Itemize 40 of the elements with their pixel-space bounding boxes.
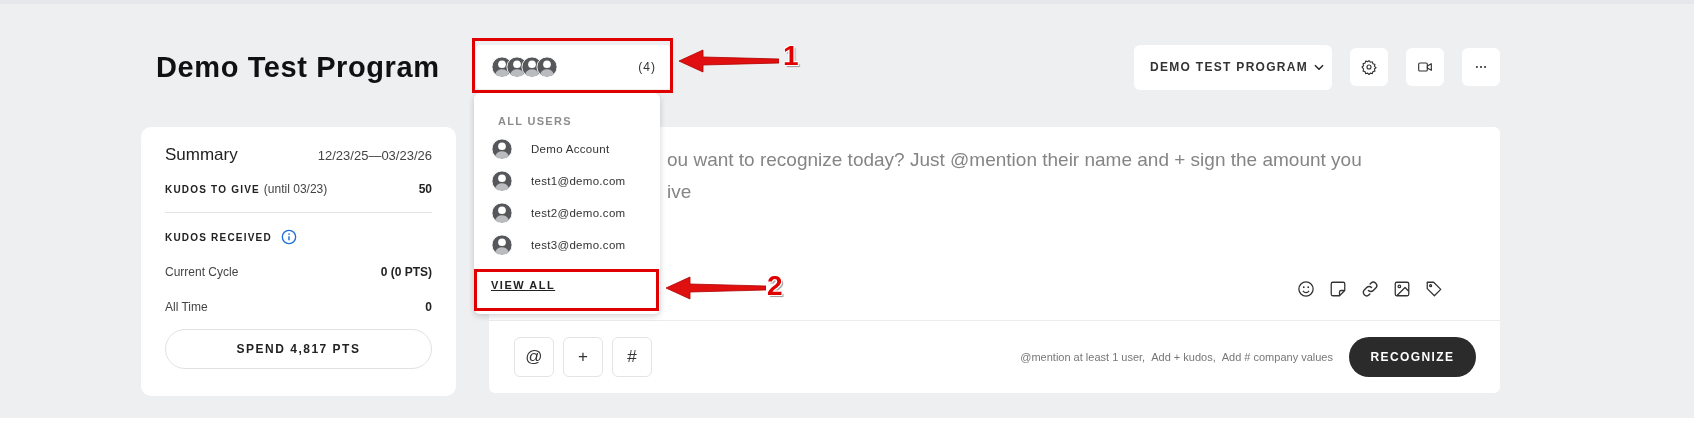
kudos-to-give-label: KUDOS TO GIVE (until 03/23) bbox=[165, 182, 328, 196]
spend-button[interactable]: SPEND 4,817 PTS bbox=[165, 329, 432, 369]
requirement-hint: Add # company values bbox=[1221, 351, 1333, 363]
requirement-hint: @mention at least 1 user, bbox=[1020, 351, 1146, 363]
avatar-icon bbox=[491, 138, 513, 160]
insert-button[interactable]: @ bbox=[514, 337, 554, 377]
menu-heading: ALL USERS bbox=[498, 115, 573, 127]
stat-label: All Time bbox=[165, 300, 208, 314]
program-name: DEMO TEST PROGRAM bbox=[1150, 60, 1309, 74]
info-icon bbox=[280, 229, 297, 245]
avatar-icon bbox=[491, 234, 513, 256]
user-menu-item[interactable]: test3@demo.com bbox=[474, 229, 660, 261]
requirement-hint: Add + kudos, bbox=[1151, 351, 1216, 363]
user-menu-item[interactable]: test2@demo.com bbox=[474, 197, 660, 229]
gear-icon bbox=[1361, 59, 1377, 75]
avatar-icon bbox=[491, 202, 513, 224]
page-title: Demo Test Program bbox=[155, 50, 441, 84]
insert-button[interactable]: + bbox=[563, 337, 603, 377]
summary-title: Summary bbox=[165, 145, 238, 165]
program-select[interactable]: DEMO TEST PROGRAM bbox=[1134, 44, 1332, 90]
kudos-to-give-value: 50 bbox=[418, 182, 432, 196]
kudos-received-label: KUDOS RECEIVED bbox=[165, 231, 272, 243]
stat-value: 0 (0 PTS) bbox=[380, 265, 432, 279]
avatar-icon bbox=[536, 56, 558, 78]
stat-label: Current Cycle bbox=[165, 265, 239, 279]
video-camera-button[interactable] bbox=[1406, 48, 1444, 86]
members-button[interactable]: (4) bbox=[476, 45, 670, 89]
video-camera-icon bbox=[1417, 59, 1433, 75]
user-menu-item[interactable]: test1@demo.com bbox=[474, 165, 660, 197]
member-count: (4) bbox=[638, 60, 656, 74]
insert-button[interactable]: # bbox=[612, 337, 652, 377]
date-range: 12/23/25—03/23/26 bbox=[317, 147, 432, 163]
user-menu-item[interactable]: Demo Account bbox=[474, 133, 660, 165]
avatar-icon bbox=[491, 170, 513, 192]
stat-value: 0 bbox=[425, 300, 432, 314]
annotation-number: 2 bbox=[767, 270, 783, 302]
view-all-link[interactable]: VIEW ALL bbox=[491, 279, 556, 291]
annotation-number: 1 bbox=[783, 40, 799, 72]
recognize-button[interactable]: RECOGNIZE bbox=[1349, 337, 1476, 377]
gear-button[interactable] bbox=[1350, 48, 1388, 86]
